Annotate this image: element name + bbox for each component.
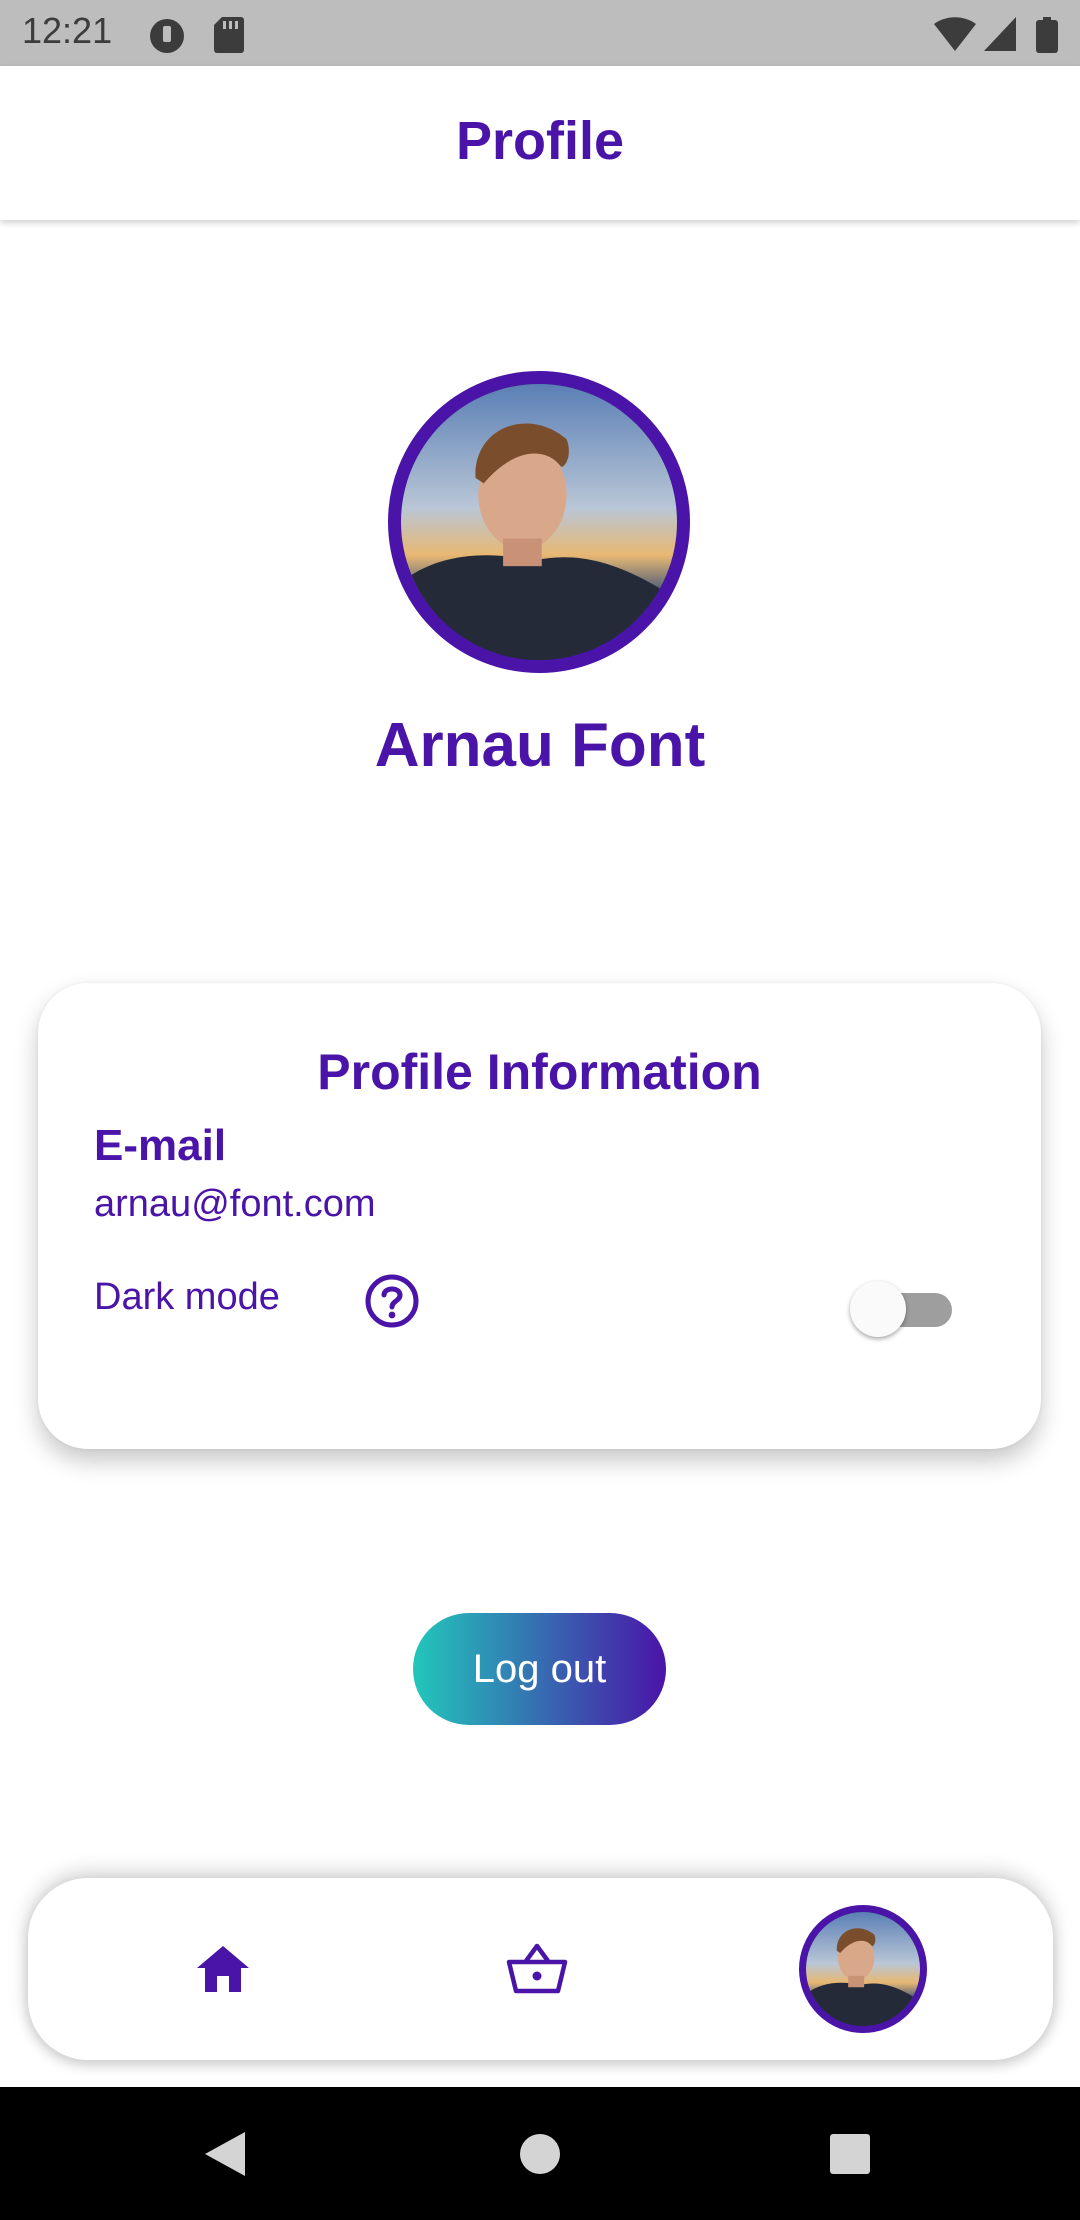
email-value: arnau@font.com [94, 1183, 376, 1225]
home-icon [197, 1946, 249, 1992]
system-home-button[interactable] [495, 2087, 585, 2220]
system-navigation-bar [0, 2087, 1080, 2220]
sd-card-icon [214, 17, 244, 53]
nav-profile[interactable] [798, 1878, 928, 2060]
nav-basket[interactable] [487, 1878, 587, 2060]
wifi-icon [934, 17, 976, 51]
bottom-navigation [28, 1878, 1053, 2060]
card-title: Profile Information [317, 1044, 762, 1100]
profile-information-card: Profile Information E-mail arnau@font.co… [38, 983, 1041, 1449]
back-icon [205, 2131, 245, 2176]
email-label: E-mail [94, 1121, 227, 1170]
battery-icon [1036, 17, 1058, 53]
dark-mode-toggle[interactable] [850, 1281, 952, 1337]
status-time: 12:21 [22, 10, 113, 51]
profile-avatar[interactable] [388, 371, 690, 673]
status-bar: 12:21 [0, 0, 1080, 66]
system-back-button[interactable] [180, 2087, 270, 2220]
avatar-photo [401, 384, 677, 660]
nav-home[interactable] [173, 1878, 273, 2060]
system-recents-button[interactable] [805, 2087, 895, 2220]
toggle-thumb [850, 1281, 906, 1337]
nav-profile-avatar [799, 1905, 927, 2033]
user-name: Arnau Font [374, 711, 706, 780]
help-icon[interactable] [364, 1273, 420, 1329]
logout-button[interactable]: Log out [413, 1613, 666, 1725]
home-circle-icon [520, 2133, 560, 2174]
recents-icon [830, 2133, 870, 2174]
cellular-signal-icon [984, 17, 1016, 51]
avatar-photo-small [806, 1912, 920, 2026]
app-bar: Profile [0, 66, 1080, 220]
dark-mode-label: Dark mode [94, 1276, 280, 1318]
data-saver-icon [150, 19, 184, 53]
basket-icon [506, 1943, 568, 1994]
page-title: Profile [455, 111, 625, 171]
